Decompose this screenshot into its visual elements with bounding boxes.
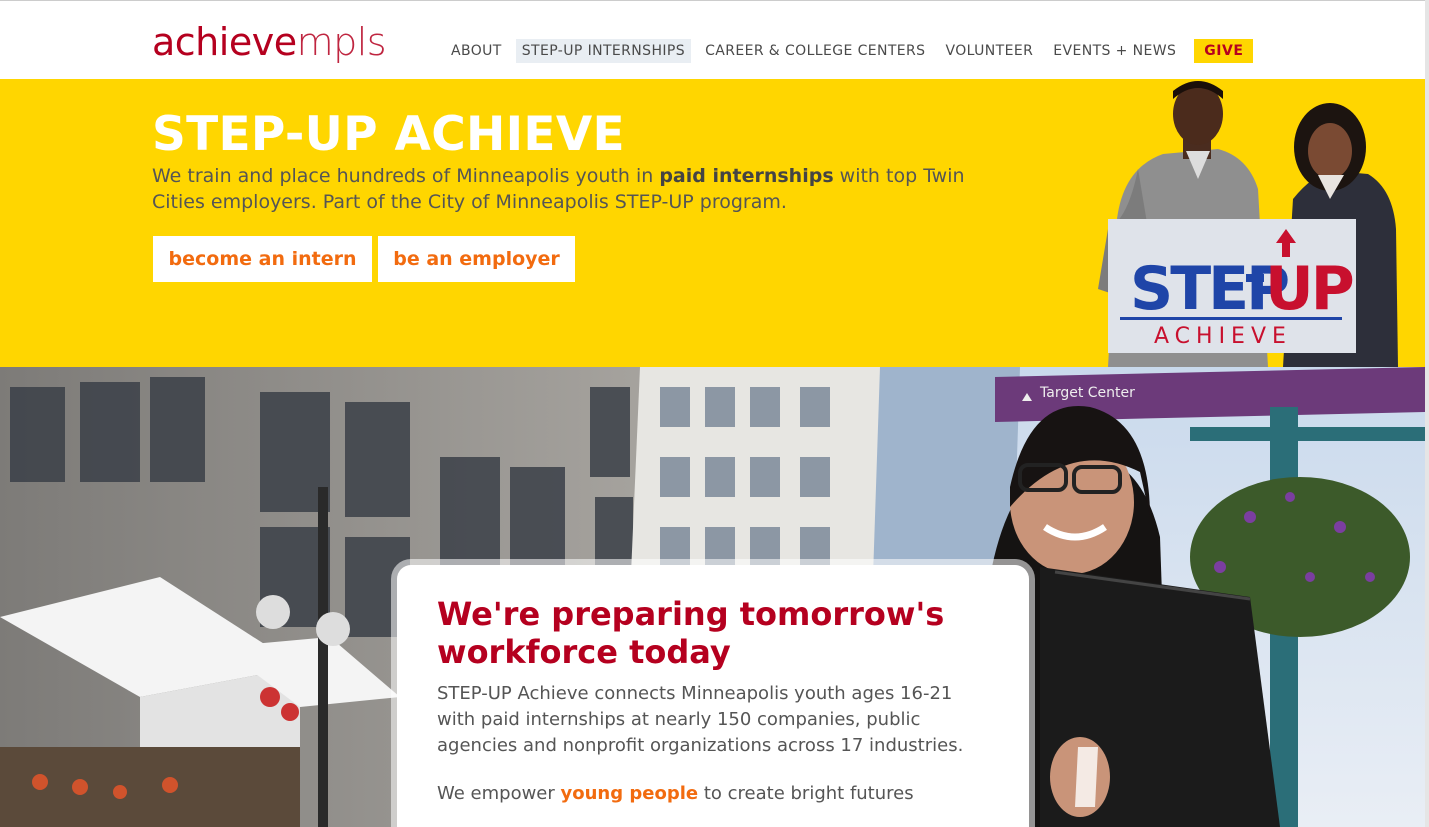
page-scrollbar[interactable] bbox=[1425, 0, 1429, 827]
hero-text-before: We train and place hundreds of Minneapol… bbox=[152, 165, 660, 187]
sign-text: Target Center bbox=[1039, 385, 1135, 401]
card-title: We're preparing tomorrow's workforce tod… bbox=[437, 595, 945, 671]
young-people-link[interactable]: young people bbox=[561, 783, 699, 804]
logo-word-achieve: achieve bbox=[152, 20, 297, 64]
hero-title: STEP-UP ACHIEVE bbox=[152, 107, 625, 162]
logo-up-text: UP bbox=[1265, 254, 1353, 324]
main-nav: ABOUT STEP-UP INTERNSHIPS CAREER & COLLE… bbox=[445, 39, 1254, 63]
logo-achieve-text: ACHIEVE bbox=[1154, 324, 1292, 349]
become-intern-button[interactable]: become an intern bbox=[153, 236, 372, 282]
hero-banner: STEP-UP ACHIEVE We train and place hundr… bbox=[0, 79, 1425, 367]
nav-events-news[interactable]: EVENTS + NEWS bbox=[1047, 39, 1182, 63]
site-header: achievempls ABOUT STEP-UP INTERNSHIPS CA… bbox=[0, 0, 1429, 79]
card-p2-before: We empower bbox=[437, 783, 561, 804]
mission-card: We're preparing tomorrow's workforce tod… bbox=[397, 565, 1029, 827]
hero-text-bold: paid internships bbox=[659, 165, 834, 187]
card-paragraph-1: STEP-UP Achieve connects Minneapolis you… bbox=[437, 683, 964, 756]
page: achievempls ABOUT STEP-UP INTERNSHIPS CA… bbox=[0, 0, 1429, 827]
logo-word-mpls: mpls bbox=[296, 20, 387, 64]
hero-description: We train and place hundreds of Minneapol… bbox=[152, 163, 1002, 215]
give-button[interactable]: GIVE bbox=[1194, 39, 1254, 63]
nav-step-up-internships[interactable]: STEP-UP INTERNSHIPS bbox=[515, 39, 692, 63]
card-paragraph-2: We empower young people to create bright… bbox=[437, 781, 989, 807]
site-logo[interactable]: achievempls bbox=[152, 19, 387, 65]
be-employer-button[interactable]: be an employer bbox=[378, 236, 575, 282]
nav-volunteer[interactable]: VOLUNTEER bbox=[939, 39, 1039, 63]
hero-people-image: STEP UP ACHIEVE bbox=[1098, 81, 1398, 367]
card-p2-after: to create bright futures bbox=[698, 783, 914, 804]
nav-about[interactable]: ABOUT bbox=[445, 39, 508, 63]
step-up-achieve-logo: STEP UP ACHIEVE bbox=[1108, 219, 1356, 353]
nav-career-college-centers[interactable]: CAREER & COLLEGE CENTERS bbox=[699, 39, 931, 63]
